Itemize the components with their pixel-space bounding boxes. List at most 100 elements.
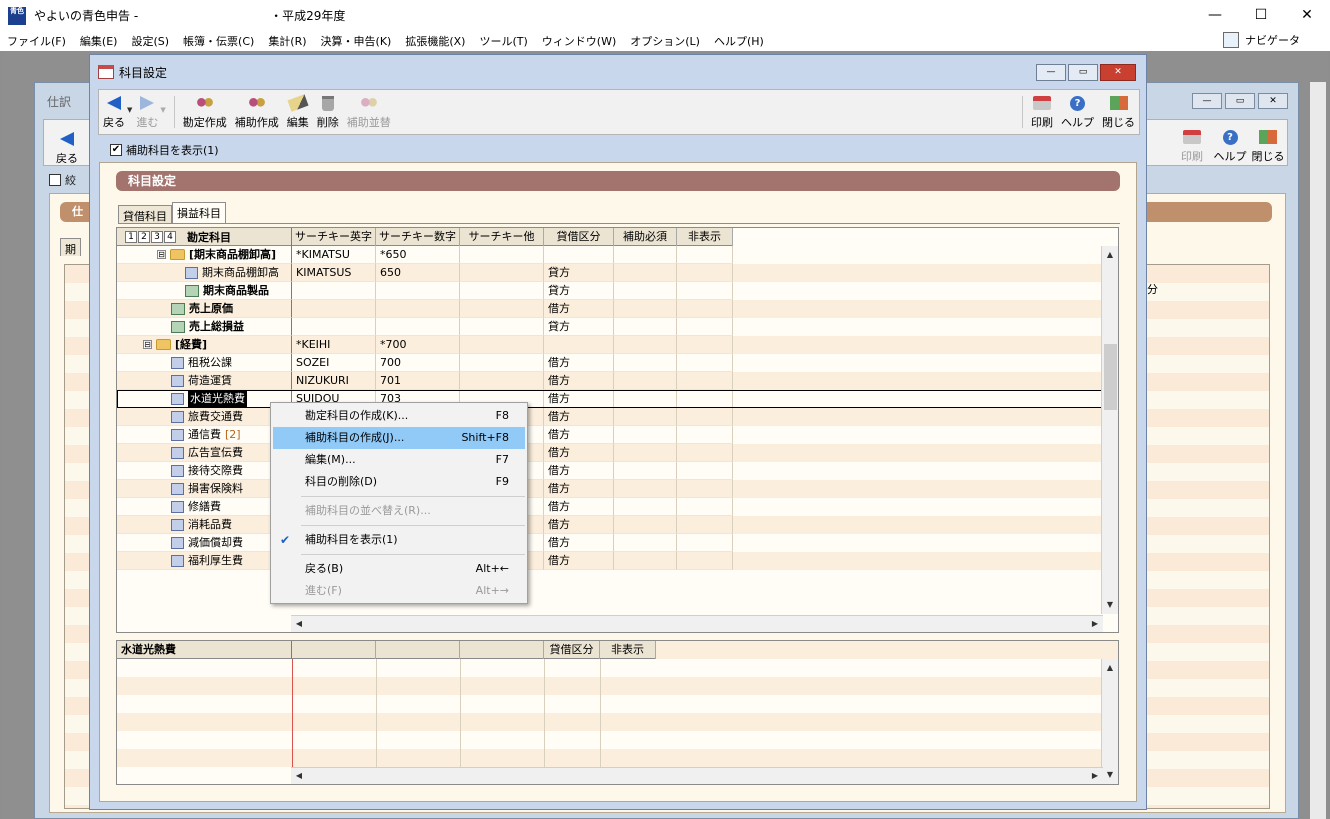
sub-header-col3[interactable]: [460, 641, 544, 659]
sub-grid-vertical-scrollbar[interactable]: ▲ ▼: [1101, 659, 1118, 784]
cell-debit-credit[interactable]: 借方: [544, 444, 614, 462]
context-menu-item[interactable]: ✔ 補助科目を表示(1): [271, 529, 527, 551]
table-row[interactable]: 租税公課 SOZEI 700 借方: [117, 354, 1102, 372]
cell-search-en[interactable]: *KEIHI: [292, 336, 376, 354]
bg-help-button[interactable]: ? ヘルプ: [1211, 124, 1249, 168]
context-menu-item[interactable]: 補助科目の作成(J)... Shift+F8: [273, 427, 525, 449]
cell-search-en[interactable]: SOZEI: [292, 354, 376, 372]
cell-hidden[interactable]: [677, 318, 733, 336]
table-row[interactable]: 売上総損益 貸方: [117, 318, 1102, 336]
cell-search-num[interactable]: *700: [376, 336, 460, 354]
bg-minimize-button[interactable]: —: [1192, 93, 1222, 109]
scroll-down-icon[interactable]: ▼: [1102, 597, 1118, 613]
table-row[interactable]: 旅費交通費 借方: [117, 408, 1102, 426]
cell-hidden[interactable]: [677, 498, 733, 516]
menu-totals[interactable]: 集計(R): [261, 33, 313, 49]
cell-sub-required[interactable]: [614, 408, 677, 426]
cell-debit-credit[interactable]: 借方: [544, 462, 614, 480]
table-row[interactable]: 福利厚生費 借方: [117, 552, 1102, 570]
cell-debit-credit[interactable]: [544, 336, 614, 354]
cell-search-other[interactable]: [460, 282, 544, 300]
cell-account-name[interactable]: 福利厚生費: [117, 552, 292, 570]
cell-sub-required[interactable]: [614, 282, 677, 300]
header-search-num[interactable]: サーチキー数字: [376, 228, 460, 246]
cell-hidden[interactable]: [677, 354, 733, 372]
cell-hidden[interactable]: [677, 390, 733, 408]
scroll-up-icon[interactable]: ▲: [1102, 660, 1118, 676]
cell-sub-required[interactable]: [614, 246, 677, 264]
cell-search-num[interactable]: 701: [376, 372, 460, 390]
table-row[interactable]: 荷造運賃 NIZUKURI 701 借方: [117, 372, 1102, 390]
cell-account-name[interactable]: 通信費 [2]: [117, 426, 292, 444]
cell-sub-required[interactable]: [614, 336, 677, 354]
cell-sub-required[interactable]: [614, 372, 677, 390]
scroll-left-icon[interactable]: ◀: [291, 768, 307, 784]
table-row[interactable]: 修繕費 借方: [117, 498, 1102, 516]
header-sub-required[interactable]: 補助必須: [614, 228, 677, 246]
table-row[interactable]: 売上原価 借方: [117, 300, 1102, 318]
cell-search-en[interactable]: [292, 282, 376, 300]
level-1-button[interactable]: 1: [125, 231, 137, 243]
scroll-left-icon[interactable]: ◀: [291, 616, 307, 632]
cell-sub-required[interactable]: [614, 264, 677, 282]
level-4-button[interactable]: 4: [164, 231, 176, 243]
level-3-button[interactable]: 3: [151, 231, 163, 243]
tab-profit-loss[interactable]: 損益科目: [172, 202, 226, 223]
cell-debit-credit[interactable]: 借方: [544, 372, 614, 390]
close-button[interactable]: ✕: [1284, 0, 1330, 31]
cell-debit-credit[interactable]: 借方: [544, 408, 614, 426]
table-row[interactable]: ⊟ [期末商品棚卸高] *KIMATSU *650: [117, 246, 1102, 264]
cell-account-name[interactable]: 修繕費: [117, 498, 292, 516]
menu-settings[interactable]: 設定(S): [124, 33, 176, 49]
cell-debit-credit[interactable]: 借方: [544, 300, 614, 318]
cell-search-other[interactable]: [460, 354, 544, 372]
cell-account-name[interactable]: 旅費交通費: [117, 408, 292, 426]
cell-search-other[interactable]: [460, 372, 544, 390]
maximize-button[interactable]: ☐: [1238, 0, 1284, 31]
header-search-en[interactable]: サーチキー英字: [292, 228, 376, 246]
show-sub-accounts-checkbox[interactable]: ✔ 補助科目を表示(1): [110, 142, 219, 158]
menu-window[interactable]: ウィンドウ(W): [535, 33, 623, 49]
context-menu-item[interactable]: 補助科目の並べ替え(R)...: [271, 500, 527, 522]
cell-account-name[interactable]: 売上原価: [117, 300, 292, 318]
table-row[interactable]: 消耗品費 借方: [117, 516, 1102, 534]
cell-search-num[interactable]: 700: [376, 354, 460, 372]
dialog-minimize-button[interactable]: —: [1036, 64, 1066, 81]
cell-hidden[interactable]: [677, 534, 733, 552]
dialog-close-button[interactable]: ✕: [1100, 64, 1136, 81]
cell-sub-required[interactable]: [614, 354, 677, 372]
context-menu-item[interactable]: 編集(M)... F7: [271, 449, 527, 471]
cell-debit-credit[interactable]: 貸方: [544, 282, 614, 300]
cell-hidden[interactable]: [677, 264, 733, 282]
header-debit-credit[interactable]: 貸借区分: [544, 228, 614, 246]
cell-debit-credit[interactable]: 借方: [544, 534, 614, 552]
dialog-restore-button[interactable]: ▭: [1068, 64, 1098, 81]
sub-grid-horizontal-scrollbar[interactable]: ◀ ▶: [291, 767, 1103, 784]
cell-search-num[interactable]: *650: [376, 246, 460, 264]
create-sub-account-button[interactable]: 補助作成: [231, 90, 283, 134]
cell-account-name[interactable]: 期末商品製品: [117, 282, 292, 300]
help-button[interactable]: ? ヘルプ: [1057, 90, 1098, 134]
create-account-button[interactable]: 勘定作成: [179, 90, 231, 134]
bg-period-tab[interactable]: 期: [60, 238, 81, 256]
table-row[interactable]: ⊟ [経費] *KEIHI *700: [117, 336, 1102, 354]
cell-hidden[interactable]: [677, 462, 733, 480]
cell-debit-credit[interactable]: 借方: [544, 516, 614, 534]
cell-hidden[interactable]: [677, 408, 733, 426]
cell-account-name[interactable]: 期末商品棚卸高: [117, 264, 292, 282]
cell-account-name[interactable]: 売上総損益: [117, 318, 292, 336]
header-hidden[interactable]: 非表示: [677, 228, 733, 246]
cell-search-num[interactable]: [376, 318, 460, 336]
cell-debit-credit[interactable]: 貸方: [544, 318, 614, 336]
cell-hidden[interactable]: [677, 300, 733, 318]
cell-hidden[interactable]: [677, 444, 733, 462]
cell-account-name[interactable]: 水道光熱費: [117, 390, 292, 408]
cell-hidden[interactable]: [677, 516, 733, 534]
cell-account-name[interactable]: 消耗品費: [117, 516, 292, 534]
cell-sub-required[interactable]: [614, 300, 677, 318]
cell-hidden[interactable]: [677, 552, 733, 570]
table-row[interactable]: 減価償却費 借方: [117, 534, 1102, 552]
cell-debit-credit[interactable]: 借方: [544, 426, 614, 444]
cell-search-other[interactable]: [460, 246, 544, 264]
cell-sub-required[interactable]: [614, 444, 677, 462]
